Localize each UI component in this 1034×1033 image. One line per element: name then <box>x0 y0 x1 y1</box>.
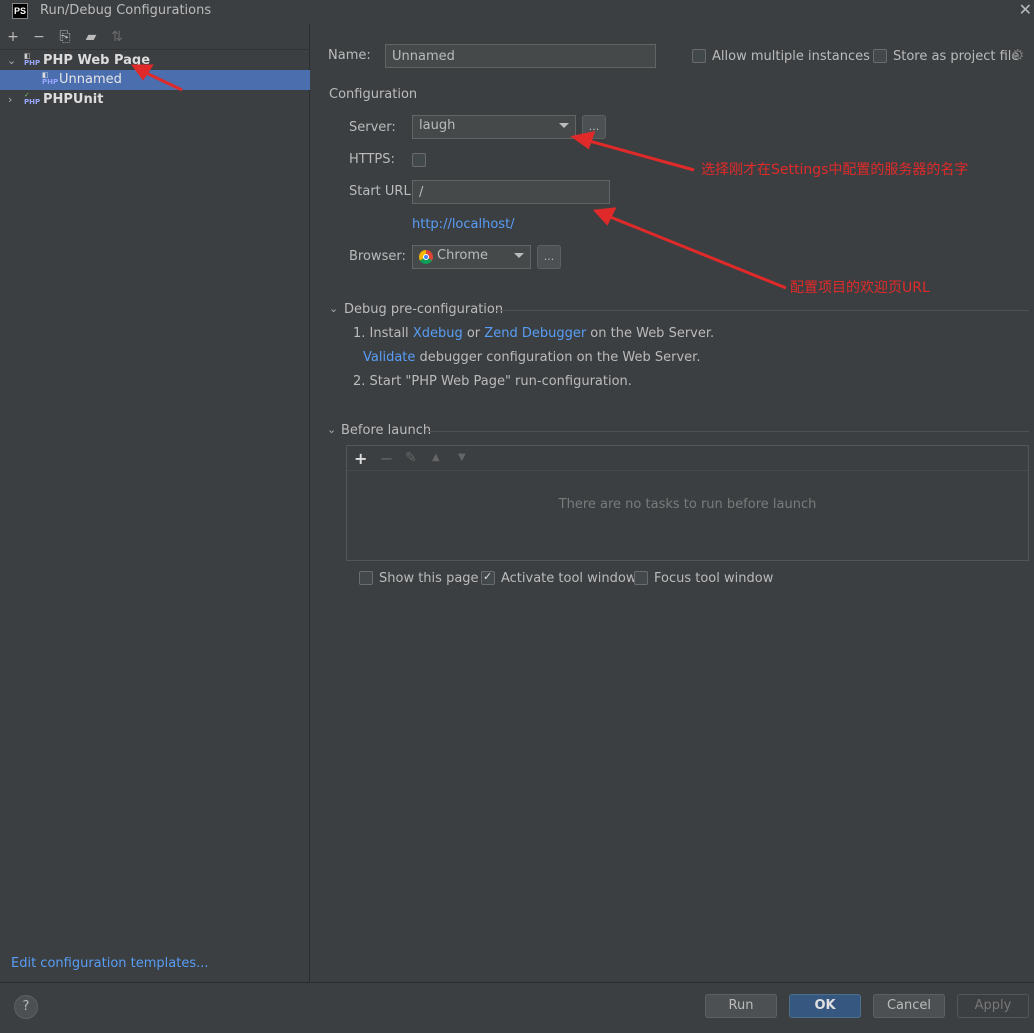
browser-label: Browser: <box>349 249 406 264</box>
section-divider <box>426 431 1029 432</box>
remove-icon[interactable]: − <box>30 29 48 45</box>
debug-step-1: 1. Install Xdebug or Zend Debugger on th… <box>353 326 715 341</box>
tree-item-label: PHPUnit <box>43 92 104 107</box>
chevron-down-icon[interactable]: ⌄ <box>327 423 336 436</box>
xdebug-link[interactable]: Xdebug <box>413 326 463 341</box>
arrow-to-start-url <box>602 212 787 290</box>
tree-item-phpunit[interactable]: › ✓ PHP PHPUnit <box>0 90 310 110</box>
start-url-label: Start URL: <box>349 184 416 199</box>
tree-item-label: Unnamed <box>59 72 122 87</box>
run-button[interactable]: Run <box>705 994 777 1018</box>
allow-multiple-checkbox[interactable] <box>692 49 706 63</box>
edit-task-icon: ✎ <box>405 450 417 466</box>
browser-browse-button[interactable]: ... <box>537 245 561 269</box>
cancel-button[interactable]: Cancel <box>873 994 945 1018</box>
before-launch-empty-text: There are no tasks to run before launch <box>558 497 817 512</box>
https-checkbox[interactable] <box>412 153 426 167</box>
focus-tool-window-checkbox[interactable] <box>634 571 648 585</box>
window-title: Run/Debug Configurations <box>40 3 212 18</box>
toolbar-divider <box>347 470 1028 471</box>
server-combobox[interactable]: laugh <box>412 115 576 139</box>
configurations-tree-panel <box>0 24 310 982</box>
start-url-field[interactable] <box>412 180 610 204</box>
activate-tool-window-label: Activate tool window <box>501 571 637 586</box>
zend-debugger-link[interactable]: Zend Debugger <box>484 326 586 341</box>
show-page-label: Show this page <box>379 571 479 586</box>
activate-tool-window-checkbox[interactable] <box>481 570 495 585</box>
help-button[interactable]: ? <box>14 995 38 1019</box>
remove-task-icon: − <box>380 449 394 468</box>
show-page-checkbox[interactable] <box>359 571 373 585</box>
debug-step-2: 2. Start "PHP Web Page" run-configuratio… <box>353 374 632 389</box>
store-as-project-label: Store as project file <box>893 49 1020 64</box>
close-icon[interactable]: ✕ <box>1019 0 1032 19</box>
edit-configuration-templates-link[interactable]: Edit configuration templates... <box>11 956 209 971</box>
debug-validate-line: Validate debugger configuration on the W… <box>363 350 701 365</box>
toolbar-divider <box>0 49 310 50</box>
focus-tool-window-label: Focus tool window <box>654 571 774 586</box>
server-value: laugh <box>419 118 456 133</box>
name-field[interactable] <box>385 44 656 68</box>
server-label: Server: <box>349 120 396 135</box>
folder-icon[interactable]: ▰ <box>82 29 100 45</box>
browser-value: Chrome <box>437 248 488 263</box>
chevron-right-icon[interactable]: › <box>8 93 12 106</box>
debug-pre-config-title[interactable]: Debug pre-configuration <box>344 302 503 317</box>
tree-item-unnamed[interactable]: ◧ PHP Unnamed <box>0 70 310 90</box>
browser-combobox[interactable]: Chrome <box>412 245 531 269</box>
add-icon[interactable]: + <box>4 29 22 45</box>
phpstorm-app-icon: PS <box>12 3 28 19</box>
gear-icon[interactable]: ⚙ <box>1011 46 1024 64</box>
section-divider <box>496 310 1029 311</box>
url-preview-link[interactable]: http://localhost/ <box>412 217 515 232</box>
tree-item-php-web-page[interactable]: ⌄ ◧ PHP PHP Web Page <box>0 51 310 71</box>
phpunit-icon: ✓ PHP <box>24 91 41 106</box>
arrow-head <box>592 207 617 226</box>
add-task-icon[interactable]: + <box>354 449 367 468</box>
apply-button: Apply <box>957 994 1029 1018</box>
validate-link[interactable]: Validate <box>363 350 415 365</box>
chevron-down-icon[interactable]: ⌄ <box>7 54 16 67</box>
php-web-page-icon: ◧ PHP <box>42 71 59 86</box>
move-up-icon: ▲ <box>432 452 440 463</box>
tree-item-label: PHP Web Page <box>43 53 151 68</box>
name-label: Name: <box>328 48 371 63</box>
server-annotation: 选择刚才在Settings中配置的服务器的名字 <box>701 162 969 178</box>
store-as-project-checkbox[interactable] <box>873 49 887 63</box>
configuration-section-title: Configuration <box>329 87 418 102</box>
chevron-down-icon <box>514 253 524 258</box>
allow-multiple-label: Allow multiple instances <box>712 49 870 64</box>
start-url-annotation: 配置项目的欢迎页URL <box>790 280 930 296</box>
copy-icon[interactable]: ⎘ <box>56 29 74 45</box>
before-launch-title[interactable]: Before launch <box>341 423 431 438</box>
arrow-to-server <box>581 137 695 172</box>
chevron-down-icon <box>559 123 569 128</box>
footer-divider <box>0 982 1034 983</box>
https-label: HTTPS: <box>349 152 395 167</box>
sort-icon: ⇅ <box>111 29 123 45</box>
chevron-down-icon[interactable]: ⌄ <box>329 302 338 315</box>
ok-button[interactable]: OK <box>789 994 861 1018</box>
move-down-icon: ▼ <box>458 452 466 463</box>
php-web-page-icon: ◧ PHP <box>24 52 41 67</box>
server-browse-button[interactable]: ... <box>582 115 606 139</box>
